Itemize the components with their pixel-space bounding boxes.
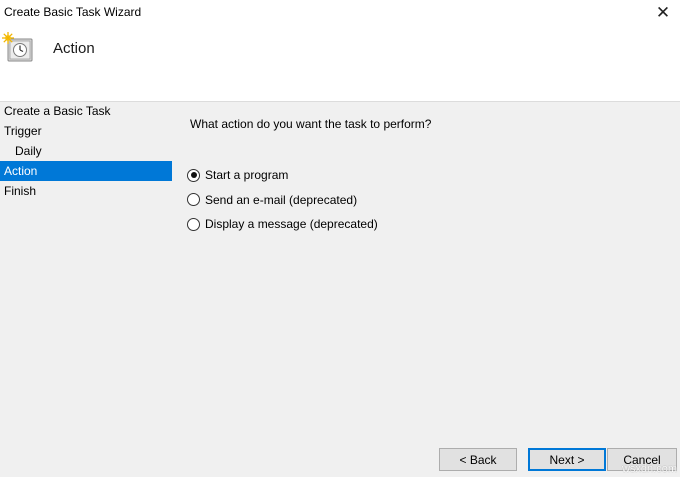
wizard-header: Action — [0, 26, 680, 102]
wizard-window: Create Basic Task Wizard ✕ Action Create… — [0, 0, 680, 477]
watermark-text: wsxdn.com — [621, 463, 677, 475]
action-prompt: What action do you want the task to perf… — [190, 117, 432, 131]
option-label: Display a message (deprecated) — [205, 217, 378, 231]
nav-item-create-basic-task[interactable]: Create a Basic Task — [0, 101, 172, 121]
option-label: Start a program — [205, 168, 289, 182]
nav-item-trigger[interactable]: Trigger — [0, 121, 172, 141]
action-content: What action do you want the task to perf… — [187, 117, 432, 239]
radio-display-message[interactable] — [187, 217, 200, 231]
nav-item-finish[interactable]: Finish — [0, 181, 172, 201]
option-send-email[interactable]: Send an e-mail (deprecated) — [187, 190, 431, 210]
radio-send-email[interactable] — [187, 193, 200, 206]
scheduled-task-icon — [2, 32, 33, 62]
next-button[interactable]: Next > — [528, 448, 606, 471]
title-bar: Create Basic Task Wizard ✕ — [0, 0, 680, 26]
radio-start-program[interactable] — [187, 168, 200, 182]
option-display-message[interactable]: Display a message (deprecated) — [187, 214, 431, 234]
option-label: Send an e-mail (deprecated) — [205, 192, 358, 207]
nav-item-action[interactable]: Action — [0, 161, 172, 181]
page-heading: Action — [53, 40, 95, 57]
back-button[interactable]: < Back — [439, 448, 517, 471]
nav-item-daily[interactable]: Daily — [0, 141, 172, 161]
wizard-steps-nav: Create a Basic Task Trigger Daily Action… — [0, 101, 172, 201]
option-start-program[interactable]: Start a program — [187, 165, 431, 185]
window-title: Create Basic Task Wizard — [4, 5, 142, 19]
close-icon[interactable]: ✕ — [652, 2, 674, 24]
